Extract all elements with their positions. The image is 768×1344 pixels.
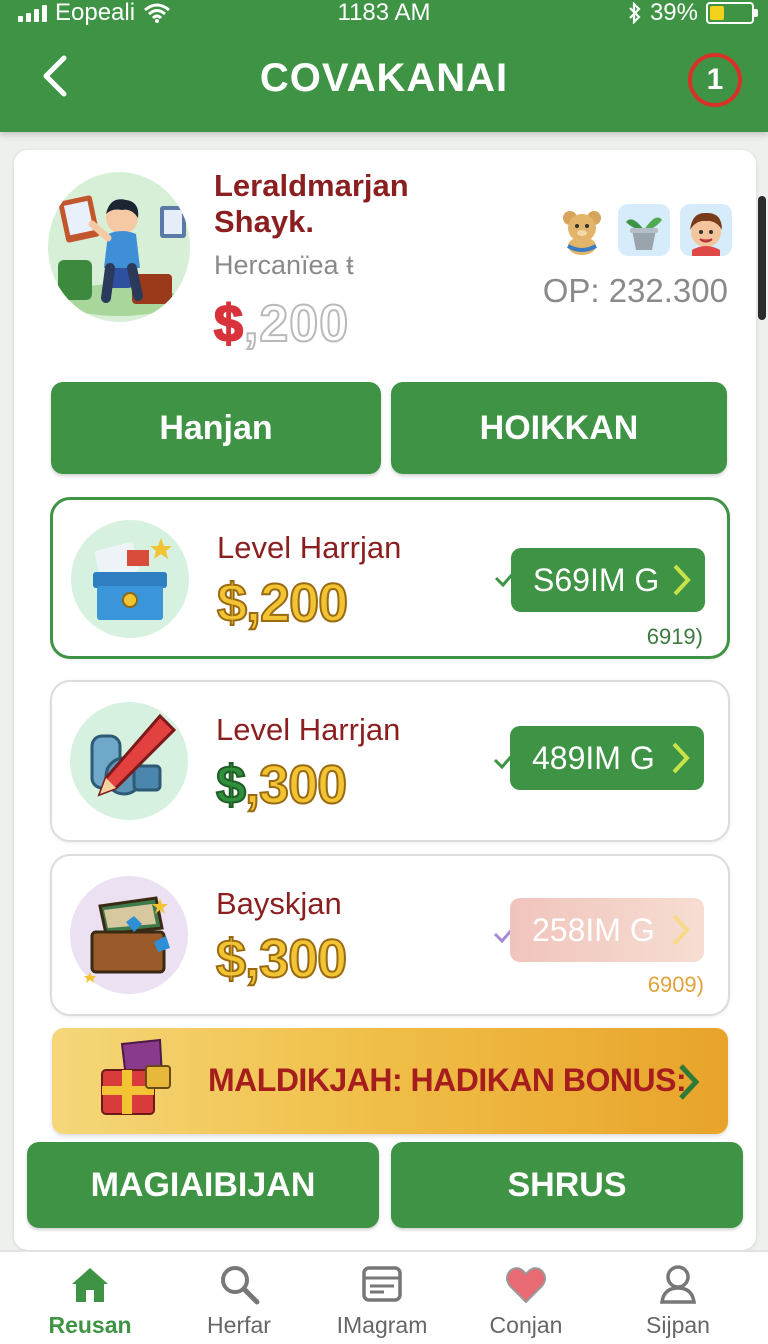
scrollbar[interactable]	[758, 196, 766, 320]
profile-name: Leraldmarjan Shayk.	[214, 168, 409, 239]
status-bar: Eopeali 1183 AM 39%	[0, 0, 768, 28]
pill-label: S69IM G	[533, 561, 660, 598]
nav-item-reusan[interactable]: Reusan	[30, 1262, 150, 1339]
offer-card-3[interactable]: Bayskjan $,300 258IM G 6909)	[50, 854, 730, 1016]
chevron-right-icon	[679, 1064, 700, 1100]
card-amount: $,300	[215, 754, 348, 816]
notification-badge[interactable]: 1	[688, 53, 742, 107]
currency-symbol: $	[215, 928, 247, 990]
avatar-illustration	[58, 195, 186, 316]
hanjan-button[interactable]: Hanjan	[51, 382, 381, 474]
nav-item-conjan[interactable]: Conjan	[466, 1262, 586, 1339]
nav-item-herfar[interactable]: Herfar	[179, 1262, 299, 1339]
card-code: 6919)	[646, 624, 703, 649]
heart-icon	[506, 1267, 546, 1304]
op-value: OP: 232.300	[542, 272, 728, 309]
profile-balance: $,200	[213, 294, 350, 354]
child-face-icon[interactable]	[680, 204, 732, 256]
profile-subtitle: Hercanïea ŧ	[214, 250, 354, 280]
currency-symbol: $	[215, 754, 247, 816]
treasure-chest-icon	[70, 876, 188, 994]
nav-label: Herfar	[207, 1312, 271, 1338]
nav-item-sijpan[interactable]: Sijpan	[618, 1262, 738, 1339]
bonus-label: MALDIKJAH: HADIKAN BONUS:	[208, 1062, 687, 1098]
card-amount: $,200	[216, 572, 349, 634]
nav-label: IMagram	[336, 1312, 428, 1338]
chevron-right-icon	[672, 742, 690, 774]
app-header: Eopeali 1183 AM 39% COVAKANAI 1	[0, 0, 768, 132]
profile-avatar[interactable]	[48, 172, 190, 322]
shrus-button[interactable]: SHRUS	[391, 1142, 743, 1228]
card-title: Bayskjan	[216, 886, 342, 921]
amount-value: ,300	[244, 754, 348, 816]
mini-icon-row	[556, 204, 732, 256]
nav-label: Reusan	[48, 1312, 132, 1338]
offer-card-1[interactable]: Level Harrjan $,200 S69IM G 6919)	[50, 497, 730, 659]
card-code: 6909)	[647, 972, 704, 997]
claim-pill-button[interactable]: 489IM G	[510, 726, 704, 790]
currency-symbol: $	[213, 294, 244, 354]
nav-label: Conjan	[489, 1312, 563, 1338]
card-title: Level Harrjan	[217, 530, 402, 565]
amount-value: ,200	[245, 572, 349, 634]
chevron-right-icon	[673, 564, 691, 596]
amount-value: ,300	[244, 928, 348, 990]
nav-label: Sijpan	[646, 1312, 710, 1338]
balance-value: ,200	[243, 294, 350, 354]
battery-percent: 39%	[649, 0, 698, 26]
offer-card-2[interactable]: Level Harrjan $,300 489IM G	[50, 680, 730, 842]
pill-label: 258IM G	[532, 911, 655, 948]
currency-symbol: $	[216, 572, 248, 634]
card-amount: $,300	[215, 928, 348, 990]
hoikkan-button[interactable]: HOIKKAN	[391, 382, 727, 474]
claim-pill-button[interactable]: 258IM G	[510, 898, 704, 962]
claim-pill-button[interactable]: S69IM G	[511, 548, 705, 612]
potted-plant-icon[interactable]	[618, 204, 670, 256]
home-icon	[72, 1268, 108, 1302]
gift-icon	[101, 1038, 171, 1115]
card-title: Level Harrjan	[216, 712, 401, 747]
gift-box-icon	[71, 520, 189, 638]
pill-label: 489IM G	[532, 739, 655, 776]
battery-icon	[706, 2, 758, 24]
wallet-icon	[362, 1266, 402, 1302]
chevron-right-icon	[672, 914, 690, 946]
teddy-bear-icon[interactable]	[556, 204, 608, 256]
pencil-tool-icon	[70, 702, 188, 820]
nav-item-imagram[interactable]: IMagram	[322, 1262, 442, 1339]
search-icon	[221, 1266, 260, 1305]
page-title: COVAKANAI	[259, 56, 509, 100]
user-icon	[659, 1265, 697, 1304]
magiaibijan-button[interactable]: MAGIAIBIJAN	[27, 1142, 379, 1228]
bottom-nav: Reusan Herfar IMagram Conjan Sijpan	[0, 1250, 768, 1344]
bluetooth-icon	[629, 2, 641, 24]
